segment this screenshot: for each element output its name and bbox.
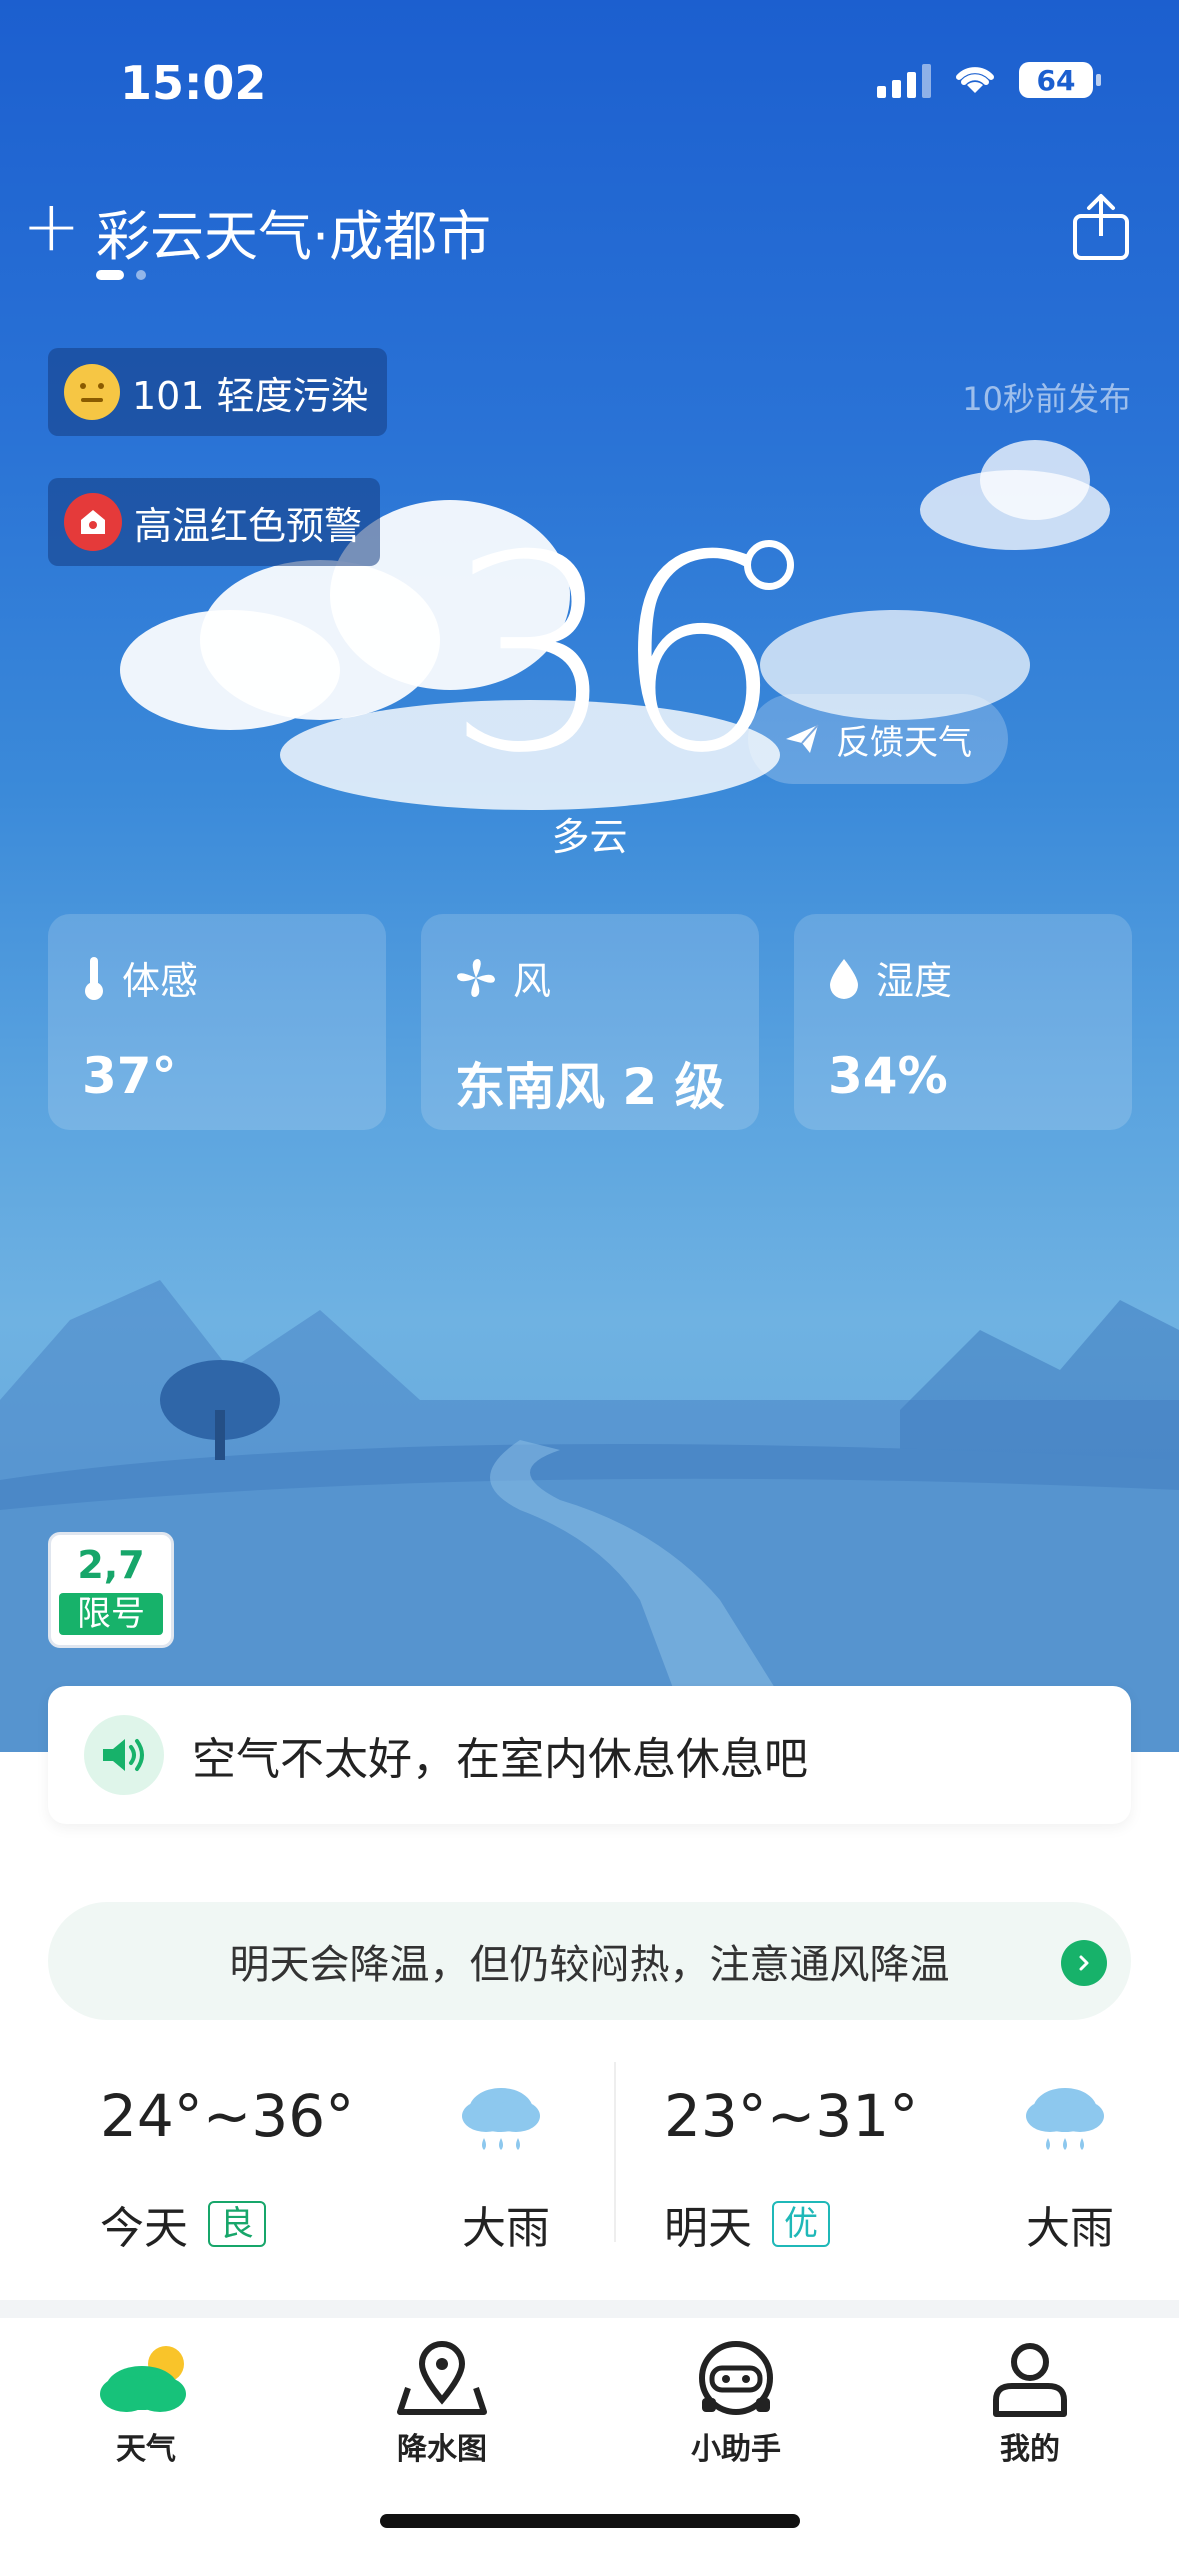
restriction-label: 限号: [59, 1593, 163, 1635]
speaker-icon: [84, 1715, 164, 1795]
fan-icon: [457, 958, 495, 997]
cloud-decoration: [120, 610, 340, 730]
restriction-numbers: 2,7: [77, 1543, 145, 1587]
humidity-label: 湿度: [876, 959, 953, 1003]
current-condition: 多云: [551, 815, 628, 859]
thermometer-icon: [85, 956, 103, 1000]
wind-card[interactable]: 风 东南风 2 级: [421, 914, 759, 1130]
aqi-badge[interactable]: 101 轻度污染: [48, 348, 387, 436]
add-city-button[interactable]: +: [22, 191, 81, 261]
warning-text: 高温红色预警: [134, 503, 363, 548]
forecast-day: 明天: [664, 2203, 752, 2254]
landscape-illustration: [0, 1280, 1179, 1760]
chevron-right-icon: [1061, 1940, 1107, 1986]
water-drop-icon: [830, 958, 858, 999]
assistant-icon: [699, 2341, 773, 2415]
feedback-button[interactable]: 反馈天气: [748, 694, 1008, 784]
home-indicator[interactable]: [380, 2514, 800, 2528]
tip-text: 空气不太好，在室内休息休息吧: [192, 1734, 808, 1785]
share-icon[interactable]: [1071, 192, 1131, 262]
send-icon: [786, 724, 819, 753]
tip-card[interactable]: 空气不太好，在室内休息休息吧: [48, 1686, 1131, 1824]
humidity-value: 34%: [828, 1047, 948, 1105]
publish-time: 10秒前发布: [962, 380, 1131, 418]
forecast-notice[interactable]: 明天会降温，但仍较闷热，注意通风降温: [48, 1902, 1131, 2020]
forecast-condition: 大雨: [462, 2203, 550, 2254]
battery-indicator: 64: [1019, 62, 1101, 98]
tab-label: 我的: [1000, 2432, 1060, 2467]
city-title[interactable]: 彩云天气·成都市: [96, 192, 491, 271]
tab-assistant[interactable]: 小助手: [636, 2338, 836, 2468]
warning-icon: [64, 493, 122, 551]
current-temperature: 36: [446, 497, 784, 812]
weather-hero: 15:02 64 + 彩云天气·成都市 101 轻度污染 高温红色预警 10秒前…: [0, 0, 1179, 1760]
notice-text: 明天会降温，但仍较闷热，注意通风降温: [229, 1942, 950, 1988]
traffic-restriction-badge[interactable]: 2,7 限号: [48, 1532, 174, 1648]
weather-cloud-icon: [100, 2346, 186, 2412]
map-pin-icon: [397, 2341, 487, 2415]
status-icons: 64: [877, 62, 1101, 98]
tab-weather[interactable]: 天气: [46, 2338, 246, 2468]
forecast-tomorrow[interactable]: 23°~31° 明天 优 大雨: [614, 2062, 1134, 2254]
tab-profile[interactable]: 我的: [930, 2338, 1130, 2468]
forecast-day: 今天: [100, 2203, 188, 2254]
quality-badge: 优: [772, 2201, 830, 2247]
humidity-card[interactable]: 湿度 34%: [794, 914, 1132, 1130]
tab-label: 降水图: [397, 2432, 487, 2467]
feedback-label: 反馈天气: [836, 722, 972, 763]
warning-badge[interactable]: 高温红色预警: [48, 478, 381, 566]
user-icon: [993, 2343, 1067, 2417]
tab-label: 小助手: [691, 2432, 781, 2467]
wind-label: 风: [513, 959, 552, 1003]
forecast-condition: 大雨: [1026, 2203, 1114, 2254]
feels-like-value: 37°: [82, 1047, 177, 1105]
forecast-today[interactable]: 24°~36° 今天 良 大雨: [50, 2062, 570, 2254]
quality-badge: 良: [208, 2201, 266, 2247]
forecast-range: 23°~31°: [664, 2082, 919, 2150]
section-separator: [0, 2300, 1179, 2318]
rain-cloud-icon: [462, 2088, 540, 2150]
degree-symbol: [744, 540, 794, 590]
tab-label: 天气: [116, 2432, 176, 2467]
page-dots: [96, 270, 146, 280]
wifi-icon: [956, 67, 994, 93]
feels-like-label: 体感: [122, 959, 199, 1003]
rain-cloud-icon: [1026, 2088, 1104, 2150]
aqi-face-icon: [64, 364, 120, 420]
aqi-text: 101 轻度污染: [132, 373, 369, 418]
cloud-decoration: [980, 440, 1090, 520]
tab-precipitation[interactable]: 降水图: [342, 2338, 542, 2468]
signal-icon: [877, 62, 931, 98]
forecast-range: 24°~36°: [100, 2082, 355, 2150]
wind-value: 东南风 2 级: [455, 1058, 725, 1116]
status-time: 15:02: [120, 56, 267, 110]
feels-like-card[interactable]: 体感 37°: [48, 914, 386, 1130]
